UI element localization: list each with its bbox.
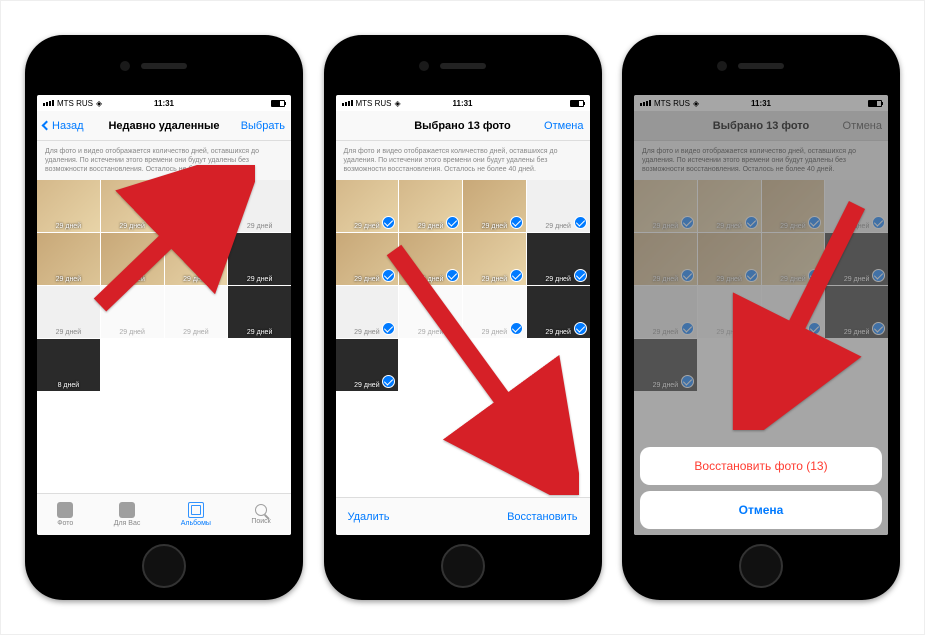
tab-albums[interactable]: Альбомы xyxy=(181,502,211,527)
restore-button[interactable]: Восстановить xyxy=(507,511,577,523)
check-icon xyxy=(510,269,523,282)
tab-label: Фото xyxy=(57,520,73,527)
nav-bar: Назад Недавно удаленные Выбрать xyxy=(37,111,291,141)
empty-cell xyxy=(399,339,589,444)
photos-icon xyxy=(57,502,73,518)
photo-thumb[interactable]: 29 дней xyxy=(101,286,164,338)
photo-thumb[interactable]: 29 дней xyxy=(101,180,164,232)
status-bar: MTS RUS ◈ 11:31 xyxy=(336,95,590,111)
check-icon xyxy=(446,322,459,335)
sheet-cancel-button[interactable]: Отмена xyxy=(640,491,882,529)
foryou-icon xyxy=(119,502,135,518)
check-icon xyxy=(574,322,587,335)
photo-thumb[interactable]: 29 дней xyxy=(165,233,228,285)
photo-grid[interactable]: 29 дней 29 дней 29 дней 29 дней 29 дней … xyxy=(336,180,590,497)
tab-search[interactable]: Поиск xyxy=(251,504,270,525)
action-sheet-overlay: Восстановить фото (13) Отмена xyxy=(634,95,888,535)
photo-thumb[interactable]: 29 дней xyxy=(101,233,164,285)
sheet-restore-button[interactable]: Восстановить фото (13) xyxy=(640,447,882,485)
screen-2: MTS RUS ◈ 11:31 Выбрано 13 фото Отмена Д… xyxy=(336,95,590,535)
empty-cell xyxy=(101,339,291,444)
screen-1: MTS RUS ◈ 11:31 Назад Недавно удаленные … xyxy=(37,95,291,535)
nav-title: Выбрано 13 фото xyxy=(336,120,590,132)
photo-thumb[interactable]: 29 дней xyxy=(228,286,291,338)
photo-thumb[interactable]: 29 дней xyxy=(165,180,228,232)
home-button[interactable] xyxy=(739,544,783,588)
photo-thumb-selected[interactable]: 29 дней xyxy=(463,286,526,338)
photo-thumb-selected[interactable]: 29 дней xyxy=(527,286,590,338)
check-icon xyxy=(510,322,523,335)
photo-grid[interactable]: 29 дней 29 дней 29 дней 29 дней 29 дней … xyxy=(37,180,291,493)
nav-bar: Выбрано 13 фото Отмена xyxy=(336,111,590,141)
home-button[interactable] xyxy=(441,544,485,588)
info-text: Для фото и видео отображается количество… xyxy=(336,141,590,180)
photo-thumb-selected[interactable]: 29 дней xyxy=(463,180,526,232)
status-bar: MTS RUS ◈ 11:31 xyxy=(37,95,291,111)
photo-thumb-selected[interactable]: 29 дней xyxy=(527,180,590,232)
bottom-toolbar: Удалить Восстановить xyxy=(336,497,590,535)
phone-mockup-2: MTS RUS ◈ 11:31 Выбрано 13 фото Отмена Д… xyxy=(324,35,602,600)
tab-label: Альбомы xyxy=(181,520,211,527)
clock: 11:31 xyxy=(336,99,590,108)
photo-thumb-selected[interactable]: 29 дней xyxy=(336,180,399,232)
tutorial-frame: MTS RUS ◈ 11:31 Назад Недавно удаленные … xyxy=(0,0,925,635)
photo-thumb-selected[interactable]: 29 дней xyxy=(527,233,590,285)
check-icon xyxy=(510,216,523,229)
check-icon xyxy=(446,216,459,229)
photo-thumb[interactable]: 29 дней xyxy=(228,180,291,232)
check-icon xyxy=(574,216,587,229)
photo-thumb[interactable]: 29 дней xyxy=(228,233,291,285)
photo-thumb[interactable]: 29 дней xyxy=(37,286,100,338)
check-icon xyxy=(446,269,459,282)
home-button[interactable] xyxy=(142,544,186,588)
check-icon xyxy=(382,216,395,229)
phone-mockup-1: MTS RUS ◈ 11:31 Назад Недавно удаленные … xyxy=(25,35,303,600)
delete-button[interactable]: Удалить xyxy=(348,511,390,523)
photo-thumb-selected[interactable]: 29 дней xyxy=(399,180,462,232)
tab-bar: Фото Для Вас Альбомы Поиск xyxy=(37,493,291,535)
screen-3: MTS RUS ◈ 11:31 Выбрано 13 фото Отмена Д… xyxy=(634,95,888,535)
photo-thumb-selected[interactable]: 29 дней xyxy=(336,233,399,285)
check-icon xyxy=(382,375,395,388)
photo-thumb-selected[interactable]: 29 дней xyxy=(463,233,526,285)
nav-title: Недавно удаленные xyxy=(37,120,291,132)
info-text: Для фото и видео отображается количество… xyxy=(37,141,291,180)
albums-icon xyxy=(188,502,204,518)
tab-photos[interactable]: Фото xyxy=(57,502,73,527)
search-icon xyxy=(255,504,267,516)
photo-thumb[interactable]: 29 дней xyxy=(37,233,100,285)
tab-label: Для Вас xyxy=(114,520,141,527)
clock: 11:31 xyxy=(37,99,291,108)
battery-icon xyxy=(271,100,285,107)
check-icon xyxy=(382,322,395,335)
phone-mockup-3: MTS RUS ◈ 11:31 Выбрано 13 фото Отмена Д… xyxy=(622,35,900,600)
photo-thumb[interactable]: 8 дней xyxy=(37,339,100,391)
photo-thumb-selected[interactable]: 29 дней xyxy=(336,286,399,338)
photo-thumb-selected[interactable]: 29 дней xyxy=(399,286,462,338)
check-icon xyxy=(382,269,395,282)
photo-thumb-selected[interactable]: 29 дней xyxy=(399,233,462,285)
photo-thumb[interactable]: 29 дней xyxy=(165,286,228,338)
tab-foryou[interactable]: Для Вас xyxy=(114,502,141,527)
photo-thumb[interactable]: 29 дней xyxy=(37,180,100,232)
check-icon xyxy=(574,269,587,282)
photo-thumb-selected[interactable]: 29 дней xyxy=(336,339,399,391)
battery-icon xyxy=(570,100,584,107)
